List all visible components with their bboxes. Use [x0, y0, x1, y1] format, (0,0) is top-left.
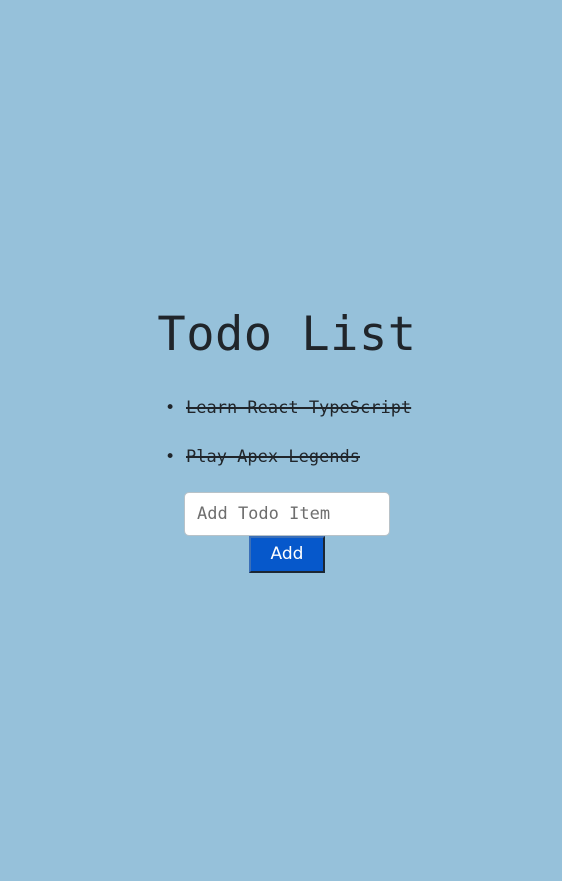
todo-item-text[interactable]: Play Apex Legends — [186, 447, 360, 467]
list-item: • Learn React TypeScript — [165, 394, 411, 422]
todo-app: Todo List • Learn React TypeScript • Pla… — [0, 0, 562, 881]
bullet-icon: • — [165, 447, 176, 467]
todo-item-text[interactable]: Learn React TypeScript — [186, 398, 411, 418]
list-item: • Play Apex Legends — [165, 443, 411, 471]
page-title: Todo List — [157, 307, 417, 362]
todo-list: • Learn React TypeScript • Play Apex Leg… — [165, 394, 411, 492]
bullet-icon: • — [165, 398, 176, 418]
add-todo-input[interactable] — [184, 492, 390, 536]
add-button[interactable]: Add — [249, 536, 325, 573]
